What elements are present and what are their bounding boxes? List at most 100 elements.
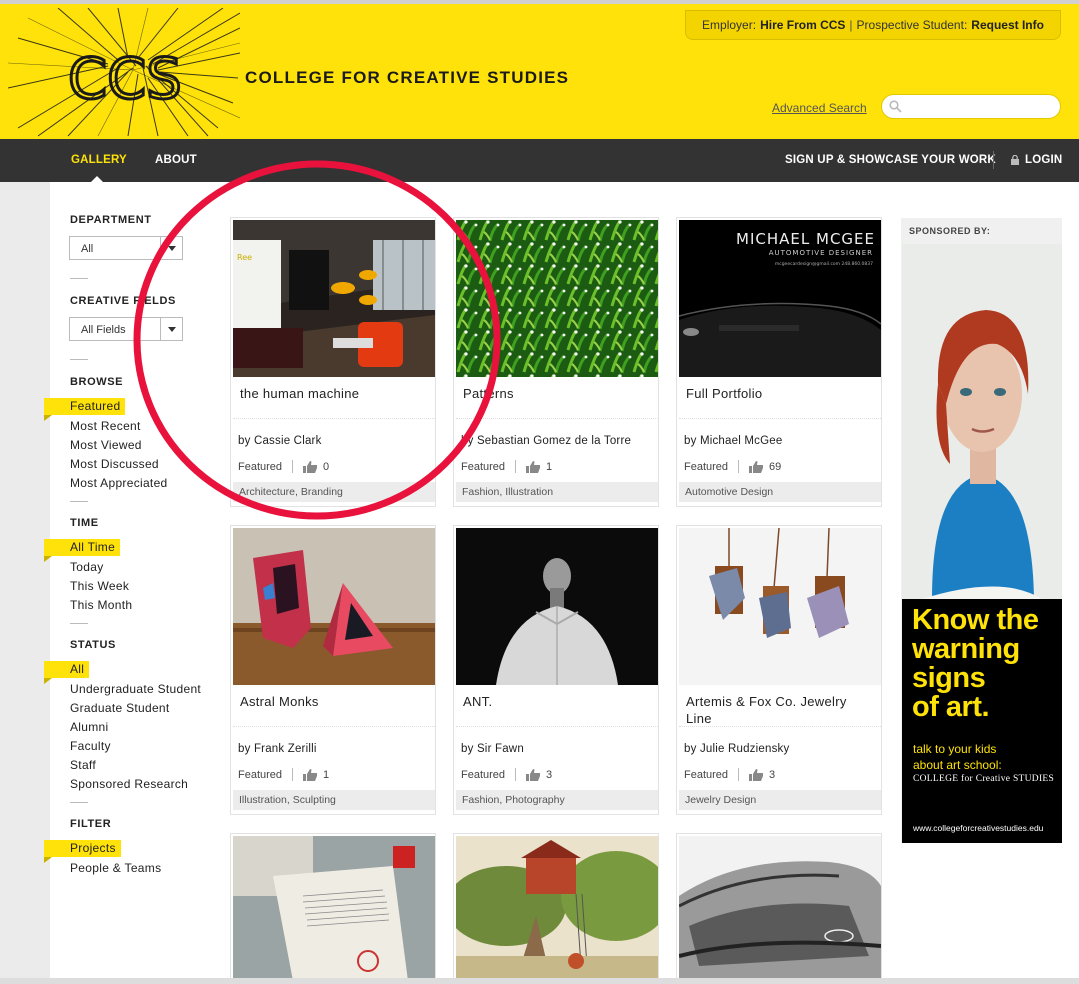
project-card[interactable]: Astral Monks by Frank Zerilli Featured 1… [230, 525, 436, 815]
request-info-link[interactable]: Request Info [971, 18, 1044, 32]
featured-label: Featured [461, 768, 506, 781]
thumb-contact-text: mcgeecardesign@gmail.com 248.860.0837 [775, 261, 873, 267]
project-card[interactable]: MICHAEL MCGEE AUTOMOTIVE DESIGNER mcgeec… [676, 217, 882, 507]
ad-headline-line: of art. [912, 691, 990, 723]
status-staff[interactable]: Staff [70, 758, 96, 772]
sidebar-divider [70, 359, 88, 360]
project-card[interactable]: Artemis & Fox Co. Jewelry Line by Julie … [676, 525, 882, 815]
project-title[interactable]: Astral Monks [240, 693, 428, 710]
browse-most-viewed[interactable]: Most Viewed [70, 438, 142, 452]
thumbs-up-icon [749, 460, 764, 473]
time-heading: TIME [70, 517, 99, 529]
project-title[interactable]: Patterns [463, 385, 651, 402]
meta-divider [738, 460, 740, 473]
sponsor-ad[interactable]: Know the warning signs of art. talk to y… [902, 244, 1062, 843]
project-title[interactable]: the human machine [240, 385, 428, 402]
project-author[interactable]: by Sir Fawn [461, 743, 524, 755]
project-tags[interactable]: Fashion, Photography [456, 790, 658, 810]
search-box[interactable] [881, 94, 1061, 119]
nav-login[interactable]: LOGIN [1011, 154, 1062, 166]
project-card[interactable] [230, 833, 436, 984]
top-links-bar: Employer: Hire From CCS | Prospective St… [685, 10, 1061, 40]
project-author[interactable]: by Frank Zerilli [238, 743, 317, 755]
creative-fields-select[interactable]: All Fields [69, 317, 183, 341]
status-alumni[interactable]: Alumni [70, 720, 108, 734]
status-undergraduate[interactable]: Undergraduate Student [70, 682, 201, 696]
nav-signup[interactable]: SIGN UP & SHOWCASE YOUR WORK [785, 154, 996, 166]
taskbar-strip [0, 978, 1079, 984]
project-card[interactable]: ANT. by Sir Fawn Featured 3 Fashion, Pho… [453, 525, 659, 815]
filter-people-teams[interactable]: People & Teams [70, 861, 161, 875]
project-card[interactable] [676, 833, 882, 984]
project-thumbnail[interactable] [456, 528, 658, 685]
status-graduate[interactable]: Graduate Student [70, 701, 170, 715]
featured-label: Featured [238, 460, 283, 473]
card-divider [233, 418, 435, 419]
project-card[interactable]: Patterns by Sebastian Gomez de la Torre … [453, 217, 659, 507]
ad-url[interactable]: www.collegeforcreativestudies.edu [913, 823, 1043, 833]
project-tags[interactable]: Fashion, Illustration [456, 482, 658, 502]
appreciation-count: 0 [323, 460, 330, 473]
department-select[interactable]: All [69, 236, 183, 260]
nav-gallery[interactable]: GALLERY [71, 154, 127, 166]
featured-label: Featured [238, 768, 283, 781]
ad-subline-line: about art school: [913, 758, 1002, 772]
browse-most-recent[interactable]: Most Recent [70, 419, 141, 433]
project-tags[interactable]: Illustration, Sculpting [233, 790, 435, 810]
advanced-search-link[interactable]: Advanced Search [772, 101, 867, 115]
project-tags[interactable]: Jewelry Design [679, 790, 881, 810]
sponsor-panel: SPONSORED BY: Know the warning signs of … [901, 218, 1062, 843]
status-all[interactable]: All [44, 661, 90, 684]
project-meta: Featured 69 [684, 460, 781, 473]
browse-featured[interactable]: Featured [44, 398, 126, 421]
hire-from-ccs-link[interactable]: Hire From CCS [760, 18, 845, 32]
project-card[interactable] [453, 833, 659, 984]
time-this-month[interactable]: This Month [70, 598, 132, 612]
ad-portrait [902, 244, 1062, 599]
project-thumbnail[interactable] [679, 836, 881, 981]
project-thumbnail[interactable] [679, 528, 881, 685]
project-card[interactable]: Ree the human machine by Cassie Clark Fe… [230, 217, 436, 507]
project-thumbnail[interactable]: MICHAEL MCGEE AUTOMOTIVE DESIGNER mcgeec… [679, 220, 881, 377]
status-sponsored-research[interactable]: Sponsored Research [70, 777, 188, 791]
ccs-logo[interactable]: CCS [8, 8, 240, 138]
ad-headline-line: warning [912, 633, 1020, 665]
project-thumbnail[interactable] [456, 836, 658, 981]
ad-headline-line: Know the [912, 604, 1039, 636]
time-today[interactable]: Today [70, 560, 104, 574]
project-title[interactable]: ANT. [463, 693, 651, 710]
time-all-time[interactable]: All Time [44, 539, 121, 562]
browse-most-appreciated[interactable]: Most Appreciated [70, 476, 168, 490]
search-icon [889, 100, 902, 113]
nav-about[interactable]: ABOUT [155, 154, 197, 166]
appreciation-count: 1 [546, 460, 553, 473]
project-author[interactable]: by Sebastian Gomez de la Torre [461, 435, 631, 447]
thumbs-up-icon [749, 768, 764, 781]
thumb-role-text: AUTOMOTIVE DESIGNER [769, 249, 873, 257]
project-author[interactable]: by Julie Rudziensky [684, 743, 789, 755]
ad-headline: Know the warning signs of art. [912, 606, 1039, 722]
sidebar-divider [70, 501, 88, 502]
project-meta: Featured 0 [238, 460, 329, 473]
sidebar-divider [70, 802, 88, 803]
project-thumbnail[interactable] [233, 836, 435, 981]
time-this-week[interactable]: This Week [70, 579, 129, 593]
project-title[interactable]: Full Portfolio [686, 385, 874, 402]
creative-fields-heading: CREATIVE FIELDS [70, 295, 176, 307]
project-tags[interactable]: Automotive Design [679, 482, 881, 502]
project-thumbnail[interactable]: Ree [233, 220, 435, 377]
project-thumbnail[interactable] [233, 528, 435, 685]
card-divider [456, 418, 658, 419]
search-input[interactable] [906, 98, 1054, 116]
project-tags[interactable]: Architecture, Branding [233, 482, 435, 502]
status-faculty[interactable]: Faculty [70, 739, 111, 753]
browse-most-discussed[interactable]: Most Discussed [70, 457, 159, 471]
project-title[interactable]: Artemis & Fox Co. Jewelry Line [686, 693, 874, 727]
project-author[interactable]: by Cassie Clark [238, 435, 322, 447]
appreciation-count: 3 [769, 768, 776, 781]
college-name[interactable]: COLLEGE FOR CREATIVE STUDIES [245, 68, 569, 88]
project-thumbnail[interactable] [456, 220, 658, 377]
filter-projects[interactable]: Projects [44, 840, 121, 863]
project-author[interactable]: by Michael McGee [684, 435, 782, 447]
thumbs-up-icon [526, 460, 541, 473]
